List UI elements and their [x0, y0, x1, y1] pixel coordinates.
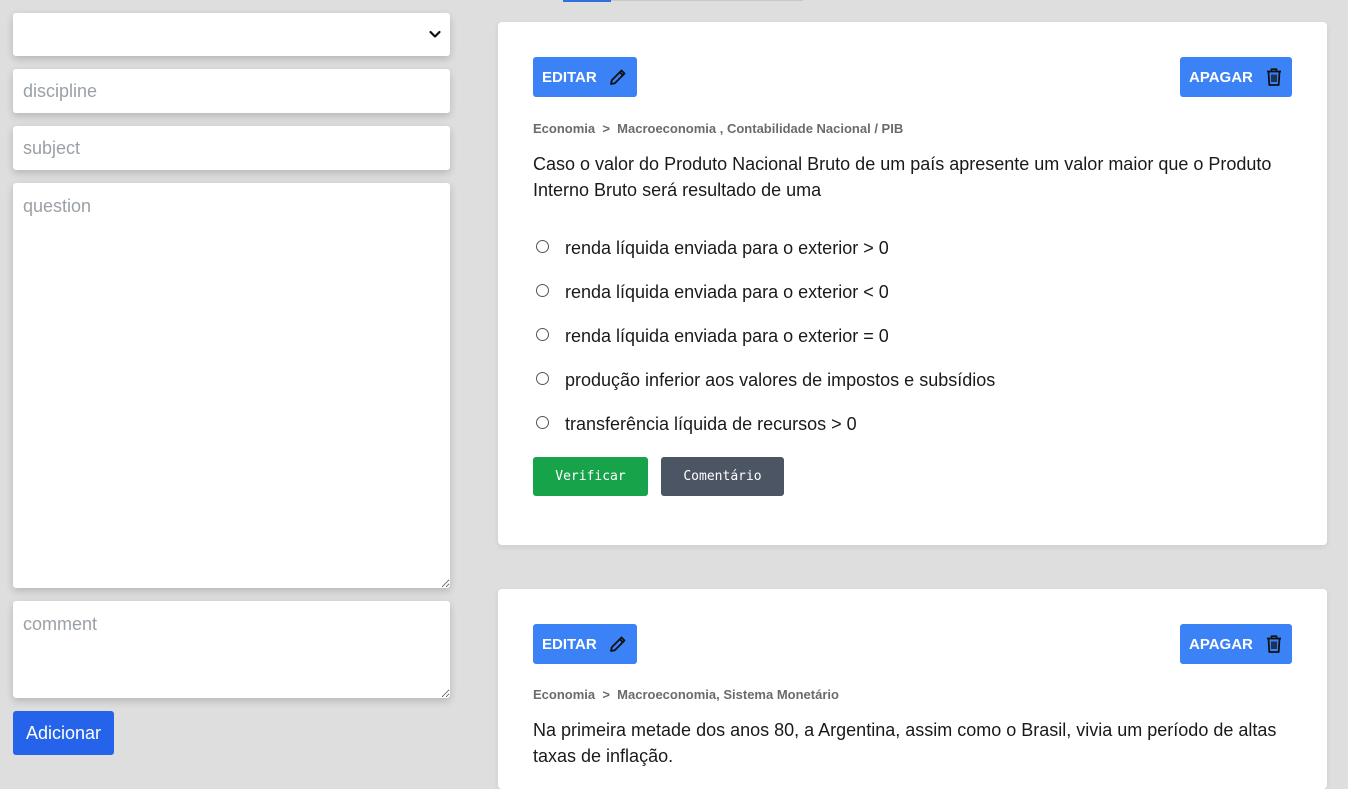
comment-textarea[interactable] [13, 601, 450, 698]
answer-option-text: produção inferior aos valores de imposto… [565, 369, 996, 390]
radio-button[interactable] [536, 327, 549, 341]
pencil-icon [610, 69, 626, 85]
question-card: EDITAR APAGAR Economia > Macroeconomia, … [498, 589, 1327, 789]
add-button[interactable]: Adicionar [13, 711, 115, 755]
edit-button-label: EDITAR [542, 635, 597, 653]
trash-icon [1267, 635, 1281, 653]
edit-button[interactable]: EDITAR [533, 57, 637, 97]
answer-option-text: transferência líquida de recursos > 0 [565, 413, 857, 434]
question-text: Na primeira metade dos anos 80, a Argent… [533, 720, 1277, 766]
answer-option[interactable]: renda líquida enviada para o exterior = … [536, 314, 995, 358]
radio-button[interactable] [536, 371, 549, 385]
question-card: EDITAR APAGAR Economia > Macroeconomia ,… [498, 22, 1327, 545]
radio-button[interactable] [536, 239, 549, 253]
answer-option[interactable]: transferência líquida de recursos > 0 [536, 402, 995, 446]
chevron-down-icon [429, 30, 441, 38]
answer-option-text: renda líquida enviada para o exterior < … [565, 281, 889, 302]
delete-button-label: APAGAR [1189, 635, 1253, 653]
delete-button-label: APAGAR [1189, 68, 1253, 86]
verify-button[interactable]: Verificar [533, 457, 648, 496]
answer-option-text: renda líquida enviada para o exterior > … [565, 237, 889, 258]
answer-option-text: renda líquida enviada para o exterior = … [565, 325, 889, 346]
answer-option[interactable]: produção inferior aos valores de imposto… [536, 358, 995, 402]
discipline-input[interactable] [13, 69, 450, 113]
edit-button[interactable]: EDITAR [533, 624, 637, 664]
top-divider [611, 0, 803, 1]
answer-option[interactable]: renda líquida enviada para o exterior > … [536, 226, 995, 270]
discipline-select[interactable] [13, 13, 450, 56]
answer-options: renda líquida enviada para o exterior > … [536, 226, 995, 446]
delete-button[interactable]: APAGAR [1180, 57, 1292, 97]
breadcrumb: Economia > Macroeconomia, Sistema Monetá… [533, 687, 839, 702]
question-text: Caso o valor do Produto Nacional Bruto d… [533, 154, 1272, 200]
radio-button[interactable] [536, 283, 549, 297]
answer-option[interactable]: renda líquida enviada para o exterior < … [536, 270, 995, 314]
radio-button[interactable] [536, 415, 549, 429]
question-form [13, 13, 450, 698]
top-tab-indicator [563, 0, 611, 2]
edit-button-label: EDITAR [542, 68, 597, 86]
comment-button[interactable]: Comentário [661, 457, 784, 496]
question-textarea[interactable] [13, 183, 450, 588]
subject-input[interactable] [13, 126, 450, 170]
breadcrumb: Economia > Macroeconomia , Contabilidade… [533, 121, 904, 136]
delete-button[interactable]: APAGAR [1180, 624, 1292, 664]
trash-icon [1267, 68, 1281, 86]
pencil-icon [610, 636, 626, 652]
